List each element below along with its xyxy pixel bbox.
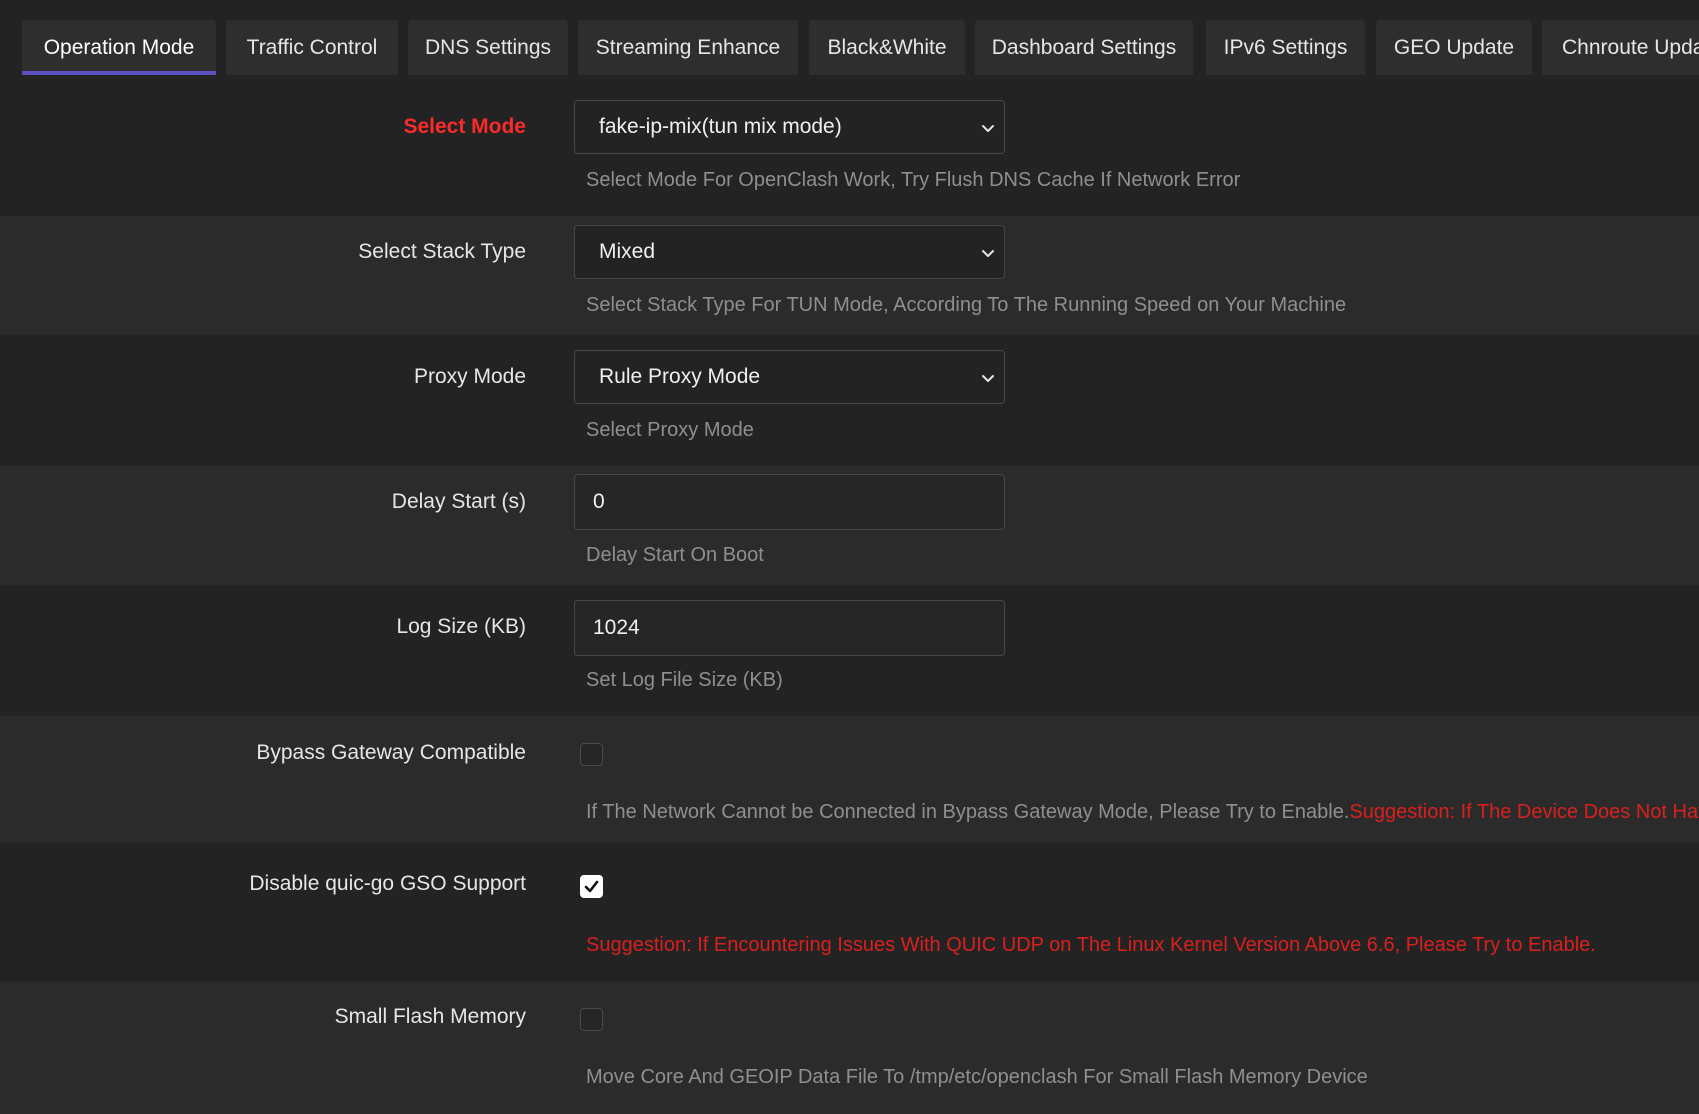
bypass-gateway-description: If The Network Cannot be Connected in By… — [586, 801, 1699, 824]
stack-type-description: Select Stack Type For TUN Mode, Accordin… — [586, 294, 1347, 316]
tab-operation-mode[interactable]: Operation Mode — [22, 20, 216, 75]
delay-start-row: Delay Start (s) 0 Delay Start On Boot — [0, 466, 1699, 585]
tab-traffic-control[interactable]: Traffic Control — [226, 20, 398, 75]
select-mode-row: Select Mode fake-ip-mix(tun mix mode) Se… — [0, 78, 1699, 216]
select-mode-dropdown[interactable]: fake-ip-mix(tun mix mode) — [574, 100, 1005, 154]
tab-streaming-enhance[interactable]: Streaming Enhance — [578, 20, 798, 75]
tab-bar: Operation Mode Traffic Control DNS Setti… — [0, 0, 1699, 78]
small-flash-description: Move Core And GEOIP Data File To /tmp/et… — [586, 1066, 1368, 1088]
delay-start-label: Delay Start (s) — [391, 490, 526, 513]
tab-dns-settings[interactable]: DNS Settings — [408, 20, 568, 75]
proxy-mode-row: Proxy Mode Rule Proxy Mode Select Proxy … — [0, 335, 1699, 466]
proxy-mode-dropdown[interactable]: Rule Proxy Mode — [574, 350, 1005, 404]
disable-gso-checkbox[interactable] — [580, 875, 603, 898]
proxy-mode-value: Rule Proxy Mode — [599, 365, 761, 388]
stack-type-label: Select Stack Type — [358, 240, 526, 263]
small-flash-checkbox[interactable] — [580, 1008, 603, 1031]
chevron-down-icon — [982, 250, 994, 257]
log-size-input[interactable]: 1024 — [574, 600, 1005, 656]
select-mode-description: Select Mode For OpenClash Work, Try Flus… — [586, 169, 1241, 191]
tab-geo-update[interactable]: GEO Update — [1376, 20, 1532, 75]
tab-black-white[interactable]: Black&White — [809, 20, 965, 75]
stack-type-dropdown[interactable]: Mixed — [574, 225, 1005, 279]
tab-dashboard-settings[interactable]: Dashboard Settings — [975, 20, 1193, 75]
log-size-label: Log Size (KB) — [396, 615, 526, 638]
disable-gso-suggestion: Suggestion: If Encountering Issues With … — [586, 934, 1596, 956]
checkmark-icon — [584, 880, 599, 893]
bypass-gateway-description-text: If The Network Cannot be Connected in By… — [586, 801, 1350, 823]
settings-page: Operation Mode Traffic Control DNS Setti… — [0, 0, 1699, 1114]
bypass-gateway-row: Bypass Gateway Compatible If The Network… — [0, 716, 1699, 843]
proxy-mode-description: Select Proxy Mode — [586, 419, 754, 441]
bypass-gateway-suggestion: Suggestion: If The Device Does Not Have … — [1349, 801, 1699, 823]
stack-type-value: Mixed — [599, 240, 656, 263]
small-flash-label: Small Flash Memory — [334, 1005, 526, 1028]
select-mode-label: Select Mode — [403, 115, 526, 138]
bypass-gateway-checkbox[interactable] — [580, 743, 603, 766]
delay-start-input[interactable]: 0 — [574, 474, 1005, 530]
select-mode-value: fake-ip-mix(tun mix mode) — [599, 115, 842, 138]
tab-chnroute-update[interactable]: Chnroute Upda — [1542, 20, 1699, 75]
chevron-down-icon — [982, 375, 994, 382]
small-flash-row: Small Flash Memory Move Core And GEOIP D… — [0, 982, 1699, 1114]
chevron-down-icon — [982, 125, 994, 132]
log-size-row: Log Size (KB) 1024 Set Log File Size (KB… — [0, 585, 1699, 716]
stack-type-row: Select Stack Type Mixed Select Stack Typ… — [0, 216, 1699, 335]
disable-gso-label: Disable quic-go GSO Support — [249, 872, 526, 895]
tab-ipv6-settings[interactable]: IPv6 Settings — [1206, 20, 1365, 75]
log-size-description: Set Log File Size (KB) — [586, 669, 783, 691]
bypass-gateway-label: Bypass Gateway Compatible — [256, 741, 526, 764]
proxy-mode-label: Proxy Mode — [413, 365, 526, 388]
disable-gso-row: Disable quic-go GSO Support Suggestion: … — [0, 843, 1699, 982]
delay-start-description: Delay Start On Boot — [586, 544, 764, 566]
